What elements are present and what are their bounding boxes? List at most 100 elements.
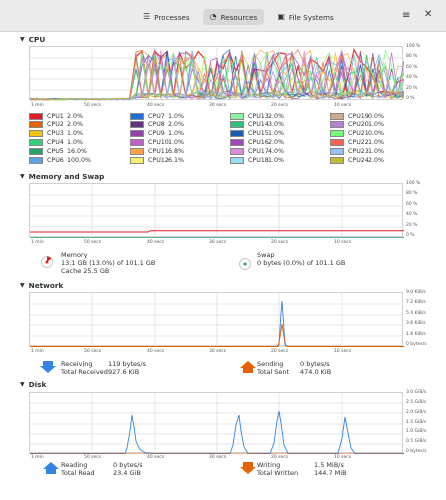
cpu-name: CPU16 xyxy=(248,138,269,146)
cpu-legend-item-cpu12[interactable]: CPU12 6.1% xyxy=(130,156,198,164)
time-axis-label: 40 secs xyxy=(147,349,165,354)
cpu-percent: 3.0% xyxy=(268,121,284,129)
color-swatch[interactable] xyxy=(230,138,244,146)
tab-resources[interactable]: ◔ Resources xyxy=(202,9,265,25)
cpu-legend-item-cpu14[interactable]: CPU14 3.0% xyxy=(230,121,298,129)
cpu-name: CPU21 xyxy=(348,130,369,138)
memory-percent-label: 60 % xyxy=(406,201,418,207)
sending-value: 0 bytes/s xyxy=(300,360,330,368)
disk-section-header[interactable]: ▼ Disk xyxy=(20,380,46,389)
memory-stats: Memory 13.1 GB (13.0%) of 101.1 GB Cache… xyxy=(61,251,155,275)
cpu-name: CPU7 xyxy=(148,112,165,120)
swap-label: Swap xyxy=(257,251,275,259)
tab-processes[interactable]: ☰ Processes xyxy=(136,9,197,25)
cpu-name: CPU23 xyxy=(348,147,369,155)
total-sent-label: Total Sent xyxy=(257,368,290,376)
cpu-percent-label: 60 % xyxy=(406,64,418,70)
memory-percent-label: 80 % xyxy=(406,191,418,197)
color-swatch[interactable] xyxy=(330,112,344,120)
cpu-legend-item-cpu18[interactable]: CPU18 1.0% xyxy=(230,156,298,164)
memory-graph xyxy=(29,183,404,238)
close-icon[interactable]: ✕ xyxy=(424,10,432,20)
color-swatch[interactable] xyxy=(29,138,43,146)
color-swatch[interactable] xyxy=(230,121,244,129)
color-swatch[interactable] xyxy=(330,156,344,164)
color-swatch[interactable] xyxy=(130,121,144,129)
color-swatch[interactable] xyxy=(330,130,344,138)
color-swatch[interactable] xyxy=(130,138,144,146)
cpu-legend-item-cpu10[interactable]: CPU10 1.0% xyxy=(130,138,198,146)
memory-percent-label: 20 % xyxy=(406,222,418,228)
receiving-label: Receiving xyxy=(61,360,93,368)
network-section-title: Network xyxy=(28,281,64,290)
cpu-percent: 2.0% xyxy=(168,121,184,129)
cpu-legend-item-cpu8[interactable]: CPU8 2.0% xyxy=(130,121,198,129)
cpu-legend-item-cpu6[interactable]: CPU6 100.0% xyxy=(29,156,97,164)
time-axis-label: 30 secs xyxy=(209,240,227,245)
color-swatch[interactable] xyxy=(130,112,144,120)
memory-section-title: Memory and Swap xyxy=(28,172,105,181)
color-swatch[interactable] xyxy=(230,130,244,138)
cpu-name: CPU2 xyxy=(47,121,64,129)
network-section-header[interactable]: ▼ Network xyxy=(20,281,63,290)
color-swatch[interactable] xyxy=(29,147,43,155)
cpu-legend-item-cpu5[interactable]: CPU5 16.0% xyxy=(29,147,97,155)
network-rate-label: 0 bytes/s xyxy=(406,342,427,347)
color-swatch[interactable] xyxy=(130,156,144,164)
cpu-name: CPU1 xyxy=(47,112,64,120)
cpu-legend-item-cpu21[interactable]: CPU21 0.0% xyxy=(330,130,398,138)
cpu-legend-item-cpu19[interactable]: CPU19 0.0% xyxy=(330,112,398,120)
cpu-legend-item-cpu4[interactable]: CPU4 1.0% xyxy=(29,138,97,146)
cpu-legend-item-cpu11[interactable]: CPU11 6.8% xyxy=(130,147,198,155)
cpu-legend-item-cpu3[interactable]: CPU3 1.0% xyxy=(29,130,97,138)
color-swatch[interactable] xyxy=(330,121,344,129)
disk-graph-canvas xyxy=(30,393,404,454)
cpu-legend-item-cpu15[interactable]: CPU15 1.0% xyxy=(230,130,298,138)
cpu-legend-item-cpu1[interactable]: CPU1 2.0% xyxy=(29,112,97,120)
color-swatch[interactable] xyxy=(330,138,344,146)
collapse-triangle-icon: ▼ xyxy=(20,381,25,388)
tab-file-systems[interactable]: ▣ File Systems xyxy=(270,9,340,25)
cpu-name: CPU11 xyxy=(148,147,169,155)
cpu-legend-item-cpu2[interactable]: CPU2 2.0% xyxy=(29,121,97,129)
color-swatch[interactable] xyxy=(330,147,344,155)
swap-stats: Swap 0 bytes (0.0%) of 101.1 GB xyxy=(257,251,345,267)
color-swatch[interactable] xyxy=(29,156,43,164)
cpu-section-header[interactable]: ▼ CPU xyxy=(20,35,45,44)
network-rate-label: 3.6 KiB/s xyxy=(406,321,426,327)
cpu-name: CPU3 xyxy=(47,130,64,138)
cpu-percent: 1.0% xyxy=(168,112,184,120)
cpu-legend-item-cpu16[interactable]: CPU16 2.0% xyxy=(230,138,298,146)
hamburger-icon[interactable]: ≡ xyxy=(402,11,410,21)
cpu-name: CPU15 xyxy=(248,130,269,138)
color-swatch[interactable] xyxy=(130,147,144,155)
time-axis-label: 30 secs xyxy=(209,349,227,354)
color-swatch[interactable] xyxy=(230,147,244,155)
color-swatch[interactable] xyxy=(230,156,244,164)
time-axis-label: 50 secs xyxy=(84,240,102,245)
cpu-legend-item-cpu24[interactable]: CPU24 2.0% xyxy=(330,156,398,164)
reading-label: Reading xyxy=(61,461,88,469)
cpu-legend-item-cpu23[interactable]: CPU23 1.0% xyxy=(330,147,398,155)
cpu-percent: 6.1% xyxy=(168,156,184,164)
color-swatch[interactable] xyxy=(230,112,244,120)
memory-section-header[interactable]: ▼ Memory and Swap xyxy=(20,172,104,181)
drive-icon: ▣ xyxy=(277,12,285,21)
total-read-label: Total Read xyxy=(61,469,95,477)
total-received-label: Total Received xyxy=(61,368,108,376)
cpu-percent: 1.0% xyxy=(268,156,284,164)
time-axis-label: 20 secs xyxy=(271,103,289,108)
total-written-value: 144.7 MiB xyxy=(314,469,347,477)
color-swatch[interactable] xyxy=(29,121,43,129)
cpu-legend-item-cpu17[interactable]: CPU17 4.0% xyxy=(230,147,298,155)
cpu-legend-item-cpu20[interactable]: CPU20 1.0% xyxy=(330,121,398,129)
color-swatch[interactable] xyxy=(29,112,43,120)
color-swatch[interactable] xyxy=(29,130,43,138)
color-swatch[interactable] xyxy=(130,130,144,138)
cpu-percent-label: 80 % xyxy=(406,54,418,60)
cpu-legend-item-cpu22[interactable]: CPU22 1.0% xyxy=(330,138,398,146)
cpu-legend-item-cpu13[interactable]: CPU13 2.0% xyxy=(230,112,298,120)
list-icon: ☰ xyxy=(143,12,151,21)
cpu-legend-item-cpu7[interactable]: CPU7 1.0% xyxy=(130,112,198,120)
cpu-legend-item-cpu9[interactable]: CPU9 1.0% xyxy=(130,130,198,138)
